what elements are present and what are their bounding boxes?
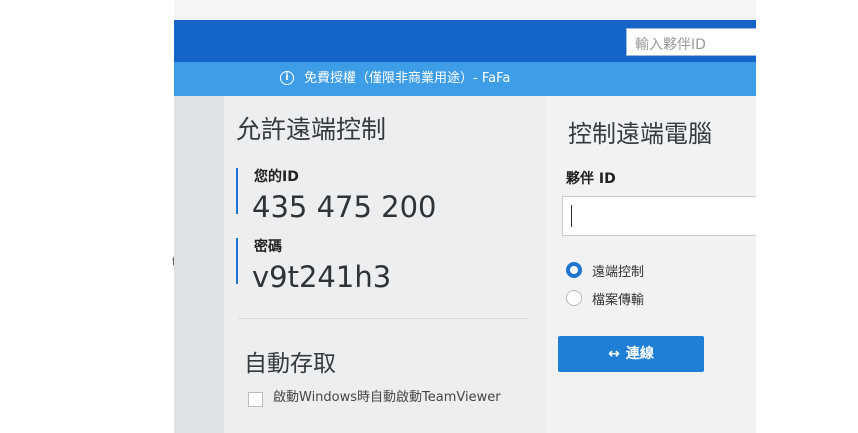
allow-remote-heading: 允許遠端控制 <box>236 115 387 144</box>
connect-label: 連線 <box>625 346 654 362</box>
control-remote-heading: 控制遠端電腦 <box>568 120 712 148</box>
start-with-windows-label[interactable]: 啟動Windows時自動啟動TeamViewer <box>273 388 503 407</box>
swap-arrows-icon: ↔ <box>608 346 620 362</box>
allow-remote-control-panel: 允許遠端控制 您的ID 435 475 200 密碼 v9t241h3 自動存取… <box>224 96 546 433</box>
file-transfer-label[interactable]: 檔案傳輸 <box>592 289 644 308</box>
remote-control-label[interactable]: 遠端控制 <box>592 261 644 280</box>
your-id-label: 您的ID <box>254 169 299 185</box>
file-transfer-radio[interactable] <box>566 290 582 306</box>
window-top-strip <box>174 0 756 20</box>
title-bar: 輸入夥伴ID <box>174 20 756 62</box>
auto-access-heading: 自動存取 <box>244 351 336 377</box>
your-id-value[interactable]: 435 475 200 <box>252 190 437 224</box>
left-navigation <box>174 96 224 433</box>
password-label: 密碼 <box>254 239 282 255</box>
partner-id-input[interactable] <box>562 196 756 236</box>
partner-id-label: 夥伴 ID <box>566 171 616 187</box>
connect-button[interactable]: ↔ 連線 <box>558 336 704 372</box>
teamviewer-window: 輸入夥伴ID i 免費授權（僅限非商業用途）- FaFa 允許遠端控制 您的ID… <box>174 0 756 433</box>
remote-control-radio[interactable] <box>566 262 582 278</box>
text-caret <box>571 205 572 227</box>
password-accent-bar <box>236 238 238 284</box>
control-remote-panel: 控制遠端電腦 夥伴 ID 遠端控制 檔案傳輸 ↔ 連線 <box>546 96 756 433</box>
password-value[interactable]: v9t241h3 <box>252 260 391 294</box>
license-text: 免費授權（僅限非商業用途）- FaFa <box>304 71 511 86</box>
id-accent-bar <box>236 168 238 214</box>
partner-id-search-input[interactable]: 輸入夥伴ID <box>626 28 756 56</box>
section-divider <box>238 318 528 319</box>
start-with-windows-checkbox[interactable] <box>248 392 263 407</box>
license-banner: i 免費授權（僅限非商業用途）- FaFa <box>174 62 756 96</box>
info-icon: i <box>280 71 294 85</box>
